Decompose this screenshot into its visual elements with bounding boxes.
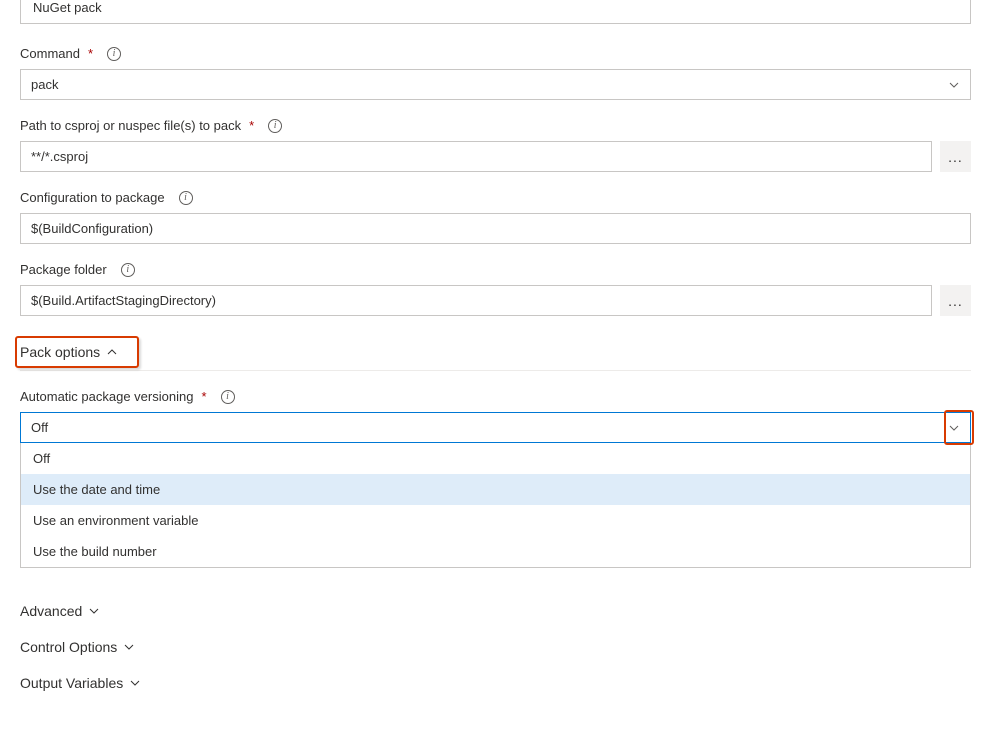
chevron-up-icon: [106, 346, 118, 358]
dropdown-option[interactable]: Use the date and time: [21, 474, 970, 505]
pack-options-section-header[interactable]: Pack options: [20, 334, 971, 371]
dropdown-option[interactable]: Use the build number: [21, 536, 970, 567]
dropdown-option[interactable]: Off: [21, 443, 970, 474]
info-icon[interactable]: i: [268, 119, 282, 133]
advanced-section-header[interactable]: Advanced: [20, 593, 971, 629]
info-icon[interactable]: i: [107, 47, 121, 61]
auto-versioning-options: OffUse the date and timeUse an environme…: [20, 443, 971, 568]
auto-versioning-dropdown-wrapper: Off OffUse the date and timeUse an envir…: [20, 412, 971, 443]
control-options-section-header[interactable]: Control Options: [20, 629, 971, 665]
auto-versioning-label-row: Automatic package versioning * i: [20, 389, 971, 404]
auto-versioning-value: Off: [31, 420, 48, 435]
chevron-down-icon: [948, 422, 960, 434]
browse-button[interactable]: ...: [940, 285, 971, 316]
config-label: Configuration to package: [20, 190, 165, 205]
command-select[interactable]: pack: [20, 69, 971, 100]
required-asterisk: *: [201, 389, 206, 404]
output-variables-label: Output Variables: [20, 675, 123, 691]
command-label-row: Command * i: [20, 46, 971, 61]
path-input[interactable]: [20, 141, 932, 172]
package-folder-label-row: Package folder i: [20, 262, 971, 277]
package-folder-field-group: Package folder i ...: [20, 262, 971, 316]
package-folder-label: Package folder: [20, 262, 107, 277]
command-label: Command: [20, 46, 80, 61]
display-name-value: NuGet pack: [33, 0, 102, 15]
info-icon[interactable]: i: [121, 263, 135, 277]
chevron-down-icon: [88, 605, 100, 617]
chevron-down-icon: [948, 79, 960, 91]
auto-versioning-select[interactable]: Off: [20, 412, 971, 443]
command-field-group: Command * i pack: [20, 46, 971, 100]
pack-options-label: Pack options: [20, 344, 100, 360]
path-label: Path to csproj or nuspec file(s) to pack: [20, 118, 241, 133]
control-options-label: Control Options: [20, 639, 117, 655]
package-folder-input[interactable]: [20, 285, 932, 316]
command-value: pack: [31, 77, 58, 92]
config-field-group: Configuration to package i: [20, 190, 971, 244]
path-field-group: Path to csproj or nuspec file(s) to pack…: [20, 118, 971, 172]
output-variables-section-header[interactable]: Output Variables: [20, 665, 971, 701]
advanced-label: Advanced: [20, 603, 82, 619]
info-icon[interactable]: i: [221, 390, 235, 404]
auto-versioning-field-group: Automatic package versioning * i Off Off…: [20, 389, 971, 443]
required-asterisk: *: [249, 118, 254, 133]
auto-versioning-label: Automatic package versioning: [20, 389, 193, 404]
info-icon[interactable]: i: [179, 191, 193, 205]
chevron-down-icon: [123, 641, 135, 653]
config-input[interactable]: [20, 213, 971, 244]
required-asterisk: *: [88, 46, 93, 61]
browse-button[interactable]: ...: [940, 141, 971, 172]
chevron-down-icon: [129, 677, 141, 689]
path-label-row: Path to csproj or nuspec file(s) to pack…: [20, 118, 971, 133]
dropdown-option[interactable]: Use an environment variable: [21, 505, 970, 536]
display-name-input-partial[interactable]: NuGet pack: [20, 0, 971, 24]
config-label-row: Configuration to package i: [20, 190, 971, 205]
